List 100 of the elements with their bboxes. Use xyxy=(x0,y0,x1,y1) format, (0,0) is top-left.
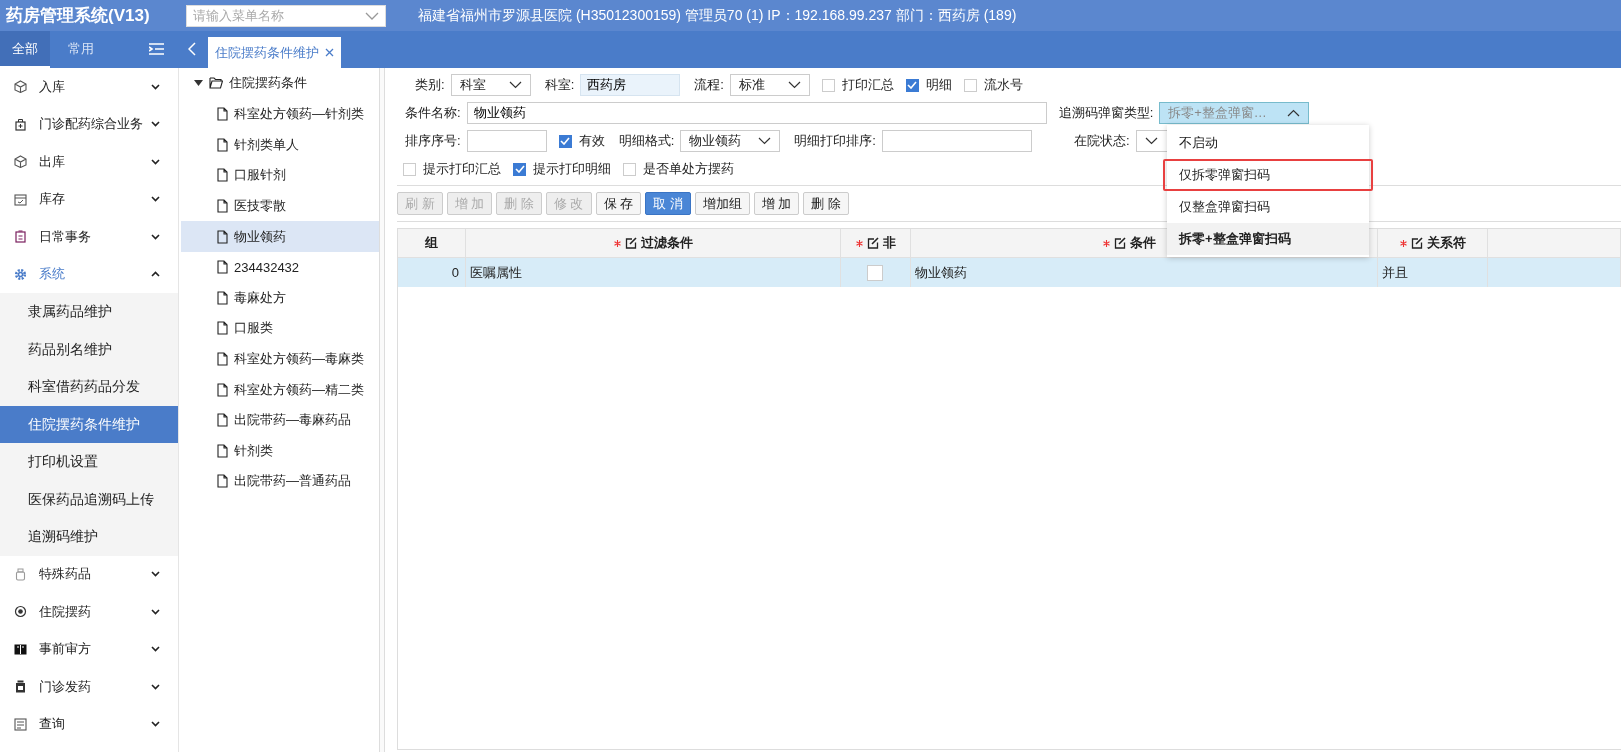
tree-item[interactable]: 毒麻处方 xyxy=(181,282,379,314)
sidebar-item[interactable]: 日常事务 xyxy=(0,218,178,256)
tree-item[interactable]: 出院带药—毒麻药品 xyxy=(181,404,379,436)
folder-icon xyxy=(209,77,223,89)
checkbox[interactable]: 有效 xyxy=(558,132,605,150)
sidebar-item[interactable]: 入库 xyxy=(0,68,178,106)
chevron-up-icon xyxy=(1287,109,1301,117)
dropdown-option[interactable]: 不启动 xyxy=(1167,127,1369,159)
menu-label[interactable]: 库存 xyxy=(39,190,151,209)
checkbox-label: 有效 xyxy=(578,132,605,150)
chevron-down-icon xyxy=(151,196,160,203)
select-field[interactable]: 物业领药 xyxy=(680,130,781,152)
chevron-down-icon xyxy=(151,721,160,728)
submenu-item[interactable]: 医保药品追溯码上传 xyxy=(0,480,178,518)
dropdown-option[interactable]: 拆零+整盒弹窗扫码 xyxy=(1167,223,1369,255)
checkbox[interactable]: 提示打印明细 xyxy=(513,160,611,178)
sidebar-item[interactable]: 住院摆药 xyxy=(0,593,178,631)
tree-item[interactable]: 口服类 xyxy=(181,313,379,344)
dropdown-option[interactable]: 仅整盒弹窗扫码 xyxy=(1167,191,1369,223)
toolbar-button[interactable]: 删 除 xyxy=(803,192,849,215)
checkbox[interactable]: 明细 xyxy=(905,76,952,94)
submenu-item[interactable]: 追溯码维护 xyxy=(0,518,178,556)
toolbar-button[interactable]: 增 加 xyxy=(753,192,800,215)
required-icon xyxy=(1399,239,1407,247)
column-header[interactable]: 过滤条件 xyxy=(613,234,693,252)
menu-search-field[interactable]: 请输入菜单名称 xyxy=(186,4,386,27)
sidebar-item[interactable]: 出库 xyxy=(0,143,178,181)
checkbox-box[interactable] xyxy=(558,134,572,148)
tree-item[interactable]: 针剂类 xyxy=(181,435,379,467)
dropdown-option[interactable]: 仅拆零弹窗扫码 xyxy=(1163,159,1373,191)
checkbox[interactable]: 打印汇总 xyxy=(821,76,894,94)
tree-label[interactable]: 住院摆药条件 xyxy=(229,74,307,92)
sidebar-item[interactable]: 查询 xyxy=(0,705,178,743)
tab-label[interactable]: 住院摆药条件维护 xyxy=(215,43,319,62)
checkbox-box[interactable] xyxy=(513,162,526,176)
sidebar-item[interactable]: 门诊发药 xyxy=(0,668,178,706)
checkbox[interactable]: 流水号 xyxy=(963,76,1023,94)
tree-item[interactable]: 物业领药 xyxy=(181,221,379,252)
gear-icon xyxy=(14,267,27,281)
input-field[interactable] xyxy=(466,130,547,152)
tree-item[interactable]: 医技零散 xyxy=(181,190,379,222)
column-header[interactable]: 关系符 xyxy=(1399,234,1466,252)
back-icon[interactable] xyxy=(188,42,196,56)
sidebar-item[interactable]: 系统 xyxy=(0,255,178,293)
menu-label[interactable]: 门诊发药 xyxy=(39,677,151,696)
menu-label[interactable]: 系统 xyxy=(39,265,151,284)
checkbox-box[interactable] xyxy=(905,78,919,92)
menu-label[interactable]: 门诊配药综合业务 xyxy=(39,115,151,134)
tree-item[interactable]: 针剂类单人 xyxy=(181,129,379,161)
submenu-item[interactable]: 住院摆药条件维护 xyxy=(0,405,178,443)
submenu-item[interactable]: 科室借药药品分发 xyxy=(0,368,178,406)
tree-node[interactable]: 住院摆药条件 xyxy=(189,72,379,94)
input-field[interactable] xyxy=(881,130,1032,152)
input-field[interactable]: 物业领药 xyxy=(466,102,1047,124)
sidebar-item[interactable]: 门诊配药综合业务 xyxy=(0,105,178,143)
select-field[interactable]: 科室 xyxy=(450,74,531,96)
menu-label[interactable]: 住院摆药 xyxy=(39,602,151,621)
menu-label[interactable]: 日常事务 xyxy=(39,227,151,246)
tree-item[interactable]: 234432432 xyxy=(181,251,379,283)
submenu-item[interactable]: 药品别名维护 xyxy=(0,330,178,368)
submenu-item[interactable]: 隶属药品维护 xyxy=(0,293,178,331)
toolbar-button[interactable]: 保 存 xyxy=(595,192,642,215)
field-label: 条件名称: xyxy=(405,104,461,122)
table-cell: 物业领药 xyxy=(915,263,967,282)
tree-item[interactable]: 出院带药—普通药品 xyxy=(181,466,379,497)
tree-item[interactable]: 科室处方领药—针剂类 xyxy=(181,99,379,130)
menu-label[interactable]: 出库 xyxy=(39,152,151,171)
submenu-item[interactable]: 打印机设置 xyxy=(0,443,178,481)
sidebar-item[interactable]: 特殊药品 xyxy=(0,555,178,593)
checkbox-box[interactable] xyxy=(963,78,977,92)
sidebar-item[interactable]: 事前审方 xyxy=(0,630,178,668)
box-icon xyxy=(14,155,27,169)
tree-item[interactable]: 口服针剂 xyxy=(181,160,379,191)
chevron-down-icon xyxy=(151,646,160,653)
menu-label[interactable]: 事前审方 xyxy=(39,640,151,659)
sidebar-item[interactable]: 库存 xyxy=(0,180,178,218)
checkbox[interactable]: 是否单处方摆药 xyxy=(623,160,734,178)
toolbar-button[interactable]: 增加组 xyxy=(694,192,750,215)
tree-item[interactable]: 科室处方领药—精二类 xyxy=(181,374,379,405)
caret-down-icon[interactable] xyxy=(194,80,203,86)
toolbar-button[interactable]: 取 消 xyxy=(645,192,691,215)
checkbox-box[interactable] xyxy=(403,162,416,176)
checkbox[interactable]: 提示打印汇总 xyxy=(403,160,501,178)
page-tab[interactable]: 住院摆药条件维护 xyxy=(208,37,341,68)
menu-label[interactable]: 入库 xyxy=(39,77,151,96)
select-field[interactable]: 标准 xyxy=(729,74,810,96)
column-header[interactable]: 条件 xyxy=(1102,234,1156,252)
menu-label[interactable]: 特殊药品 xyxy=(39,565,151,584)
checkbox-box[interactable] xyxy=(821,78,835,92)
tree-item[interactable]: 科室处方领药—毒麻类 xyxy=(181,343,379,375)
menu-label[interactable]: 查询 xyxy=(39,715,151,734)
file-icon xyxy=(217,352,228,367)
column-header[interactable]: 非 xyxy=(855,234,896,252)
input-field[interactable]: 西药房 xyxy=(580,74,681,96)
menu-icon[interactable] xyxy=(149,43,164,55)
checkbox-box[interactable] xyxy=(623,162,636,176)
close-icon[interactable] xyxy=(325,48,334,57)
column-header[interactable]: 组 xyxy=(425,234,438,252)
sidebar-tab[interactable]: 全部 xyxy=(0,31,50,68)
checkbox[interactable] xyxy=(867,264,883,281)
